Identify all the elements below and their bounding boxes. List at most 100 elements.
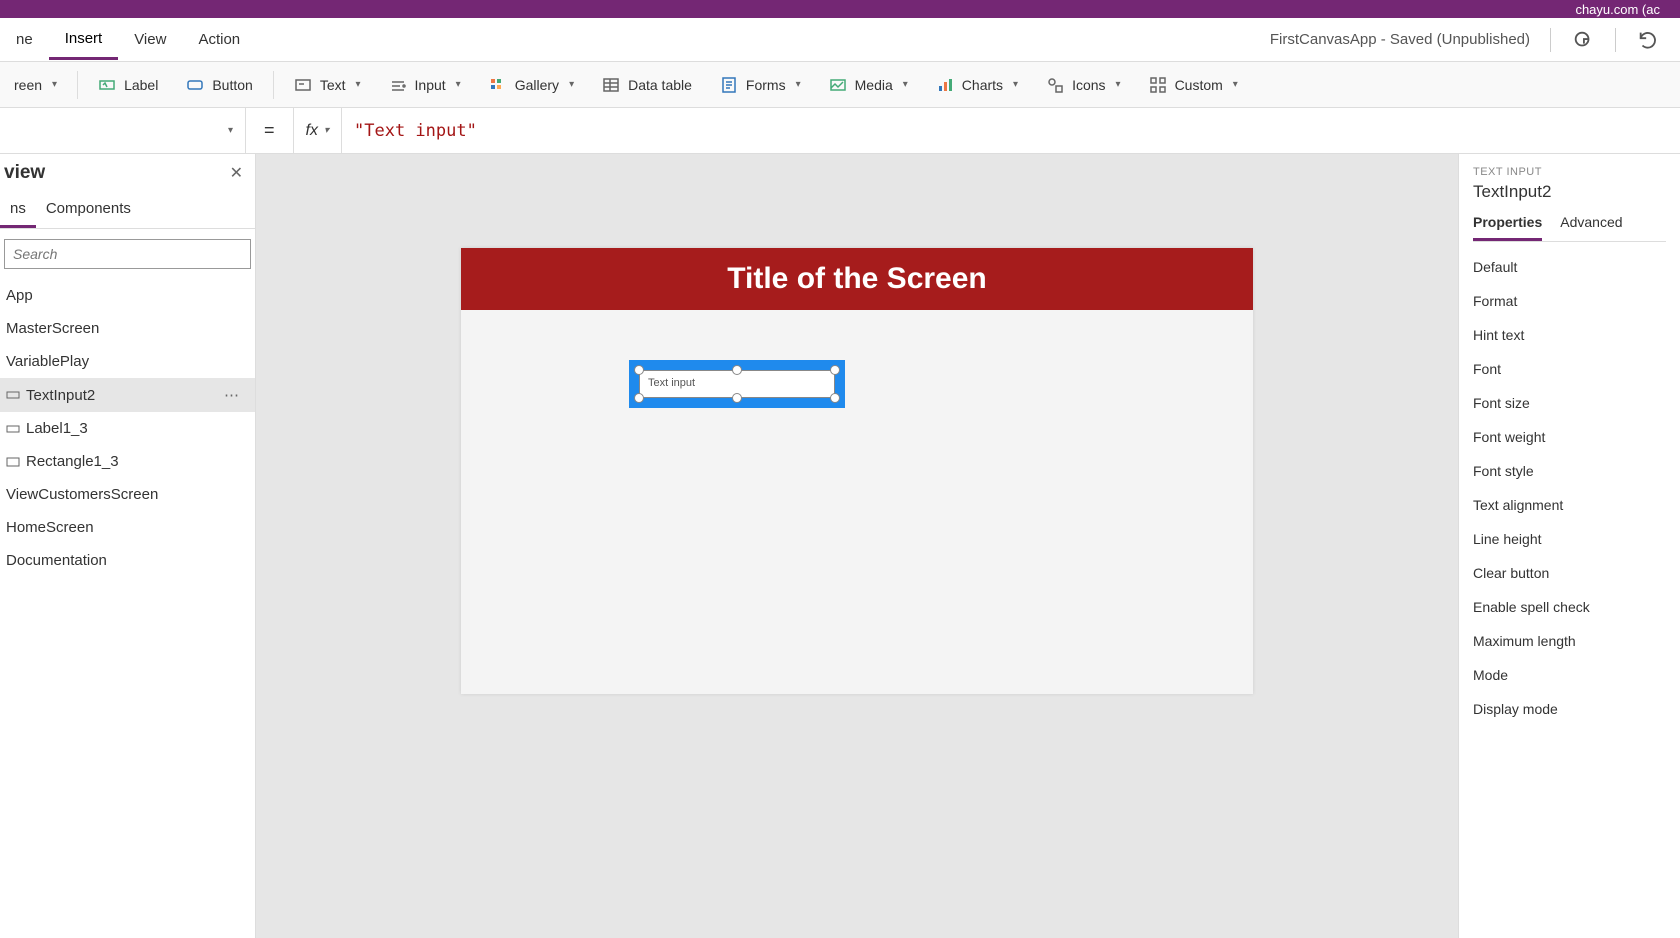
icons-icon xyxy=(1046,76,1064,94)
chevron-down-icon: ▾ xyxy=(1233,79,1238,90)
resize-handle-nw[interactable] xyxy=(634,365,644,375)
prop-spellcheck[interactable]: Enable spell check xyxy=(1473,590,1666,624)
tree-item-viewcustomers[interactable]: ViewCustomersScreen xyxy=(0,478,255,511)
tree-title: view xyxy=(4,162,45,184)
resize-handle-ne[interactable] xyxy=(830,365,840,375)
formula-bar: ▾ = fx▾ "Text input" xyxy=(0,108,1680,154)
ribbon-new-screen[interactable]: reen▾ xyxy=(0,62,71,107)
ribbon-gallery[interactable]: Gallery▾ xyxy=(475,62,588,107)
tab-components[interactable]: Components xyxy=(36,192,141,228)
chevron-down-icon: ▾ xyxy=(1116,79,1121,90)
prop-displaymode[interactable]: Display mode xyxy=(1473,692,1666,726)
textinput-icon xyxy=(6,388,20,402)
menu-home[interactable]: ne xyxy=(0,21,49,58)
menu-action[interactable]: Action xyxy=(182,21,256,58)
resize-handle-n[interactable] xyxy=(732,365,742,375)
prop-clearbutton[interactable]: Clear button xyxy=(1473,556,1666,590)
resize-handle-sw[interactable] xyxy=(634,393,644,403)
close-icon[interactable]: ✕ xyxy=(230,163,243,183)
app-status: FirstCanvasApp - Saved (Unpublished) xyxy=(1270,31,1530,48)
health-check-icon[interactable] xyxy=(1571,28,1595,52)
tree-item-label1-3[interactable]: Label1_3 xyxy=(0,412,255,445)
ribbon-label[interactable]: Label xyxy=(84,62,172,107)
menu-view[interactable]: View xyxy=(118,21,182,58)
undo-icon[interactable] xyxy=(1636,28,1660,52)
formula-input[interactable]: "Text input" xyxy=(342,121,1680,141)
rectangle-icon xyxy=(6,455,20,469)
chevron-down-icon: ▾ xyxy=(569,79,574,90)
tree-item-documentation[interactable]: Documentation xyxy=(0,544,255,577)
tree-item-masterscreen[interactable]: MasterScreen xyxy=(0,312,255,345)
prop-hinttext[interactable]: Hint text xyxy=(1473,318,1666,352)
ribbon-datatable[interactable]: Data table xyxy=(588,62,706,107)
chevron-down-icon: ▾ xyxy=(356,79,361,90)
separator xyxy=(273,71,274,99)
chevron-down-icon: ▾ xyxy=(324,125,329,136)
prop-fontsize[interactable]: Font size xyxy=(1473,386,1666,420)
canvas[interactable]: Title of the Screen Text input xyxy=(256,154,1458,938)
prop-maxlength[interactable]: Maximum length xyxy=(1473,624,1666,658)
separator xyxy=(77,71,78,99)
prop-fontweight[interactable]: Font weight xyxy=(1473,420,1666,454)
properties-list: Default Format Hint text Font Font size … xyxy=(1473,250,1666,726)
media-icon xyxy=(829,76,847,94)
gallery-icon xyxy=(489,76,507,94)
tree-item-app[interactable]: App xyxy=(0,279,255,312)
ribbon-media[interactable]: Media▾ xyxy=(815,62,922,107)
main-area: view ✕ ns Components App MasterScreen Va… xyxy=(0,154,1680,938)
chevron-down-icon: ▾ xyxy=(796,79,801,90)
menu-insert[interactable]: Insert xyxy=(49,20,119,60)
tab-properties[interactable]: Properties xyxy=(1473,214,1542,241)
tree-item-variableplay[interactable]: VariablePlay xyxy=(0,345,255,378)
more-icon[interactable]: ⋯ xyxy=(224,386,241,404)
resize-handle-s[interactable] xyxy=(732,393,742,403)
screen-title-label: Title of the Screen xyxy=(461,248,1253,310)
tree-item-homescreen[interactable]: HomeScreen xyxy=(0,511,255,544)
chevron-down-icon: ▾ xyxy=(903,79,908,90)
text-icon xyxy=(294,76,312,94)
label-icon xyxy=(6,422,20,436)
charts-icon xyxy=(936,76,954,94)
equals-sign: = xyxy=(246,120,293,141)
tab-advanced[interactable]: Advanced xyxy=(1560,214,1622,241)
tree-item-textinput2[interactable]: TextInput2 ⋯ xyxy=(0,378,255,412)
ribbon-text[interactable]: Text▾ xyxy=(280,62,375,107)
label-icon xyxy=(98,76,116,94)
ribbon-forms[interactable]: Forms▾ xyxy=(706,62,815,107)
title-bar: chayu.com (ac xyxy=(0,0,1680,18)
prop-textalignment[interactable]: Text alignment xyxy=(1473,488,1666,522)
ribbon-charts[interactable]: Charts▾ xyxy=(922,62,1032,107)
prop-lineheight[interactable]: Line height xyxy=(1473,522,1666,556)
chevron-down-icon: ▾ xyxy=(52,79,57,90)
selected-textinput-control[interactable]: Text input xyxy=(629,360,845,408)
tree-search xyxy=(4,239,251,269)
textinput-inner[interactable]: Text input xyxy=(639,370,835,398)
prop-mode[interactable]: Mode xyxy=(1473,658,1666,692)
screen-preview[interactable]: Title of the Screen xyxy=(461,248,1253,694)
table-icon xyxy=(602,76,620,94)
resize-handle-se[interactable] xyxy=(830,393,840,403)
control-name[interactable]: TextInput2 xyxy=(1473,182,1666,202)
chevron-down-icon: ▾ xyxy=(1013,79,1018,90)
divider xyxy=(1615,28,1616,52)
tree-item-rectangle1-3[interactable]: Rectangle1_3 xyxy=(0,445,255,478)
tab-screens[interactable]: ns xyxy=(0,192,36,228)
ribbon-icons[interactable]: Icons▾ xyxy=(1032,62,1135,107)
ribbon-button[interactable]: Button xyxy=(172,62,266,107)
divider xyxy=(1550,28,1551,52)
button-icon xyxy=(186,76,204,94)
ribbon: reen▾ Label Button Text▾ Input▾ Gallery▾… xyxy=(0,62,1680,108)
prop-fontstyle[interactable]: Font style xyxy=(1473,454,1666,488)
search-input[interactable] xyxy=(4,239,251,269)
prop-font[interactable]: Font xyxy=(1473,352,1666,386)
prop-default[interactable]: Default xyxy=(1473,250,1666,284)
ribbon-input[interactable]: Input▾ xyxy=(375,62,475,107)
fx-button[interactable]: fx▾ xyxy=(293,108,342,153)
forms-icon xyxy=(720,76,738,94)
control-type-label: TEXT INPUT xyxy=(1473,166,1666,178)
prop-format[interactable]: Format xyxy=(1473,284,1666,318)
ribbon-custom[interactable]: Custom▾ xyxy=(1135,62,1252,107)
input-icon xyxy=(389,76,407,94)
user-account-text: chayu.com (ac xyxy=(1575,2,1660,17)
property-dropdown[interactable]: ▾ xyxy=(0,108,246,153)
